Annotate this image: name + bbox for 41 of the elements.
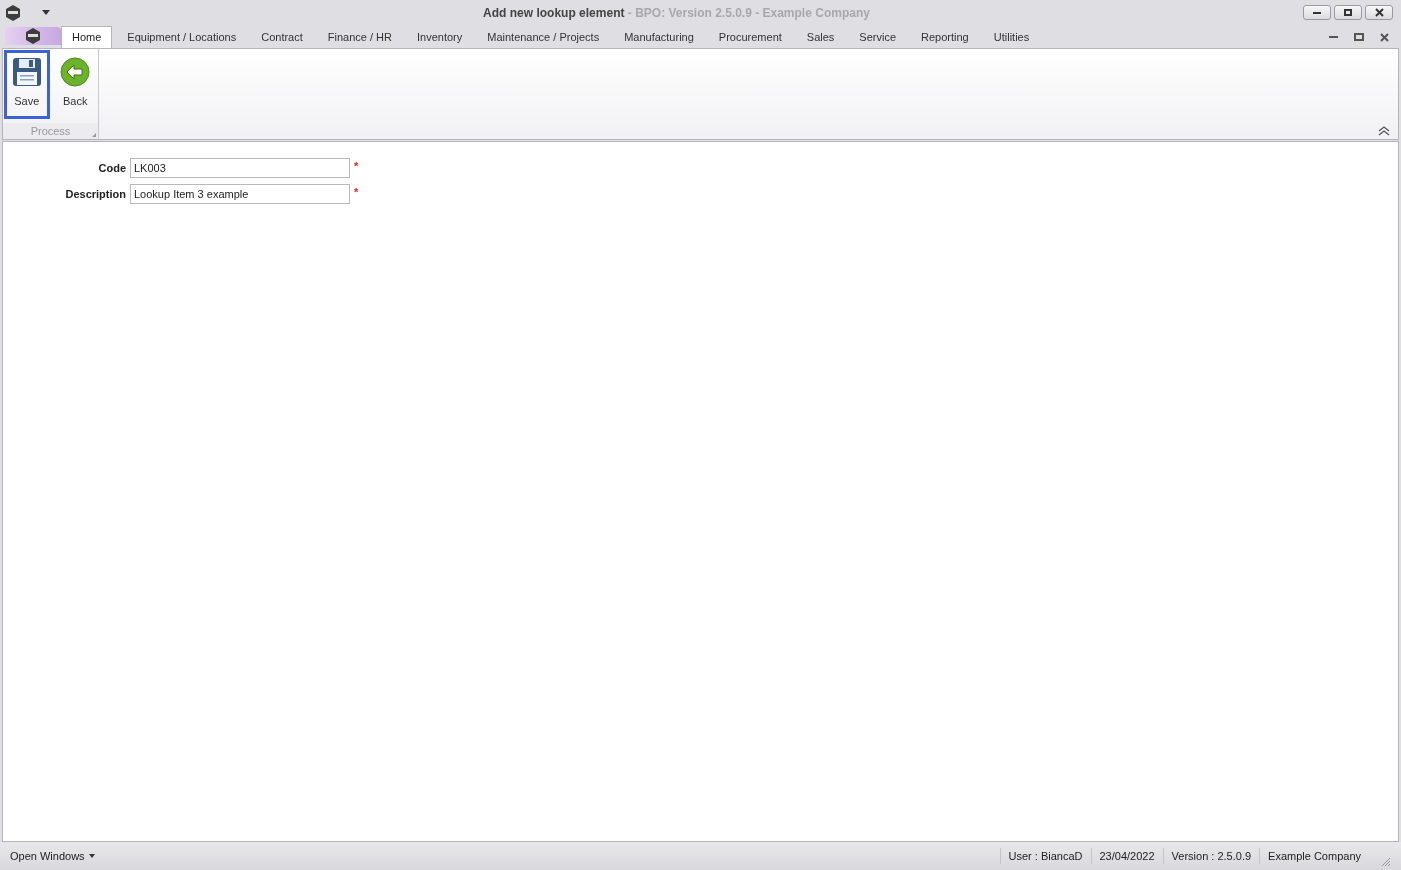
quick-access-menu-icon[interactable] (42, 10, 50, 15)
ribbon-tab[interactable]: Utilities (981, 26, 1042, 48)
maximize-button[interactable] (1334, 5, 1362, 20)
app-logo-icon (4, 3, 22, 22)
window-title: Add new lookup element (483, 4, 625, 22)
ribbon-group-label: Process (30, 123, 71, 139)
ribbon-tab[interactable]: Service (847, 26, 909, 48)
required-mark: * (354, 185, 359, 200)
status-item: User : BiancaD (999, 847, 1091, 865)
ribbon-tab[interactable]: Contract (249, 26, 315, 48)
close-icon[interactable] (1380, 32, 1389, 42)
close-icon (1374, 8, 1384, 17)
close-button[interactable] (1365, 5, 1393, 20)
collapse-ribbon-icon[interactable] (1378, 126, 1390, 136)
app-logo-icon (24, 27, 42, 45)
text-field[interactable]: Lookup Item 3 example (130, 184, 350, 204)
ribbon-tab[interactable]: Maintenance / Projects (475, 26, 612, 48)
minimize-button[interactable] (1303, 5, 1331, 20)
field-label: Code (97, 160, 126, 176)
status-item: Version : 2.5.0.9 (1162, 847, 1260, 865)
status-item: Example Company (1259, 847, 1369, 865)
save-button[interactable]: Save (4, 50, 50, 119)
ribbon-tab[interactable]: Reporting (909, 26, 981, 48)
open-windows-button[interactable]: Open Windows (10, 847, 95, 865)
text-field[interactable]: LK003 (130, 158, 350, 178)
ribbon-tab[interactable]: Manufacturing (612, 26, 706, 48)
ribbon-tab[interactable]: Sales (794, 26, 847, 48)
required-mark: * (354, 159, 359, 174)
ribbon-tab[interactable]: Inventory (405, 26, 475, 48)
field-label: Description (64, 186, 126, 202)
application-menu-button[interactable] (5, 27, 61, 45)
back-button[interactable]: Back (52, 50, 98, 119)
maximize-icon (1344, 9, 1352, 16)
minimize-icon (1313, 11, 1321, 14)
resize-grip-icon[interactable] (1381, 857, 1391, 867)
status-item: 23/04/2022 (1090, 847, 1163, 865)
ribbon-tab[interactable]: Finance / HR (315, 26, 404, 48)
ribbon-tab[interactable]: Procurement (706, 26, 794, 48)
ribbon-tab[interactable]: Equipment / Locations (115, 26, 249, 48)
ribbon-tab[interactable]: Home (61, 26, 113, 48)
restore-icon[interactable] (1354, 33, 1364, 41)
